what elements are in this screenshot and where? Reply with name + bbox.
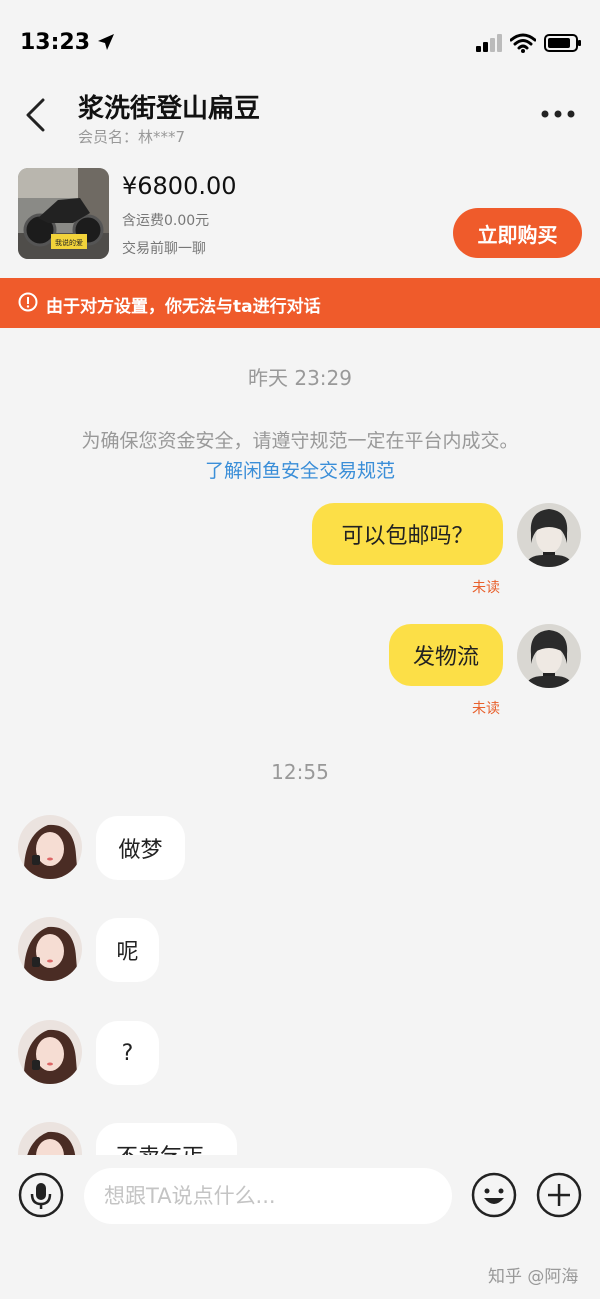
product-price: ¥6800.00: [122, 172, 237, 200]
emoji-icon[interactable]: [471, 1172, 517, 1218]
my-avatar[interactable]: [517, 503, 581, 567]
message-input[interactable]: [84, 1168, 452, 1224]
safety-notice: 为确保您资金安全，请遵守规范一定在平台内成交。: [81, 430, 519, 452]
more-dots-icon[interactable]: [540, 108, 576, 120]
location-arrow-icon: [98, 34, 114, 50]
read-status: 未读: [472, 701, 500, 717]
read-status: 未读: [472, 580, 500, 596]
warning-circle-icon: [18, 292, 38, 312]
my-message-bubble[interactable]: 发物流: [389, 624, 503, 686]
wifi-icon: [510, 33, 536, 53]
seller-avatar[interactable]: [18, 917, 82, 981]
signal-icon: [476, 34, 502, 52]
seller-avatar[interactable]: [18, 815, 82, 879]
their-message-bubble[interactable]: ?: [96, 1021, 159, 1085]
buy-now-button[interactable]: 立即购买: [453, 208, 582, 258]
chat-title: 浆洗街登山扁豆: [78, 94, 261, 124]
their-message-bubble[interactable]: 呢: [96, 918, 159, 982]
status-time: 13:23: [20, 30, 91, 55]
shipping-fee: 含运费0.00元: [122, 213, 210, 229]
timestamp: 昨天 23:29: [248, 366, 352, 390]
their-message-bubble[interactable]: 做梦: [96, 816, 185, 880]
plus-icon[interactable]: [536, 1172, 582, 1218]
timestamp: 12:55: [271, 760, 329, 784]
microphone-icon[interactable]: [18, 1172, 64, 1218]
watermark: 知乎 @阿海: [488, 1267, 579, 1287]
my-avatar[interactable]: [517, 624, 581, 688]
back-chevron-icon[interactable]: [24, 98, 48, 132]
banner-text: 由于对方设置，你无法与ta进行对话: [46, 297, 321, 317]
trade-note: 交易前聊一聊: [122, 241, 206, 257]
battery-icon: [544, 34, 581, 52]
member-name: 会员名：林***7: [78, 128, 186, 146]
seller-avatar[interactable]: [18, 1020, 82, 1084]
my-message-bubble[interactable]: 可以包邮吗？: [312, 503, 503, 565]
product-image[interactable]: 我说的爱: [18, 168, 109, 259]
safety-rules-link[interactable]: 了解闲鱼安全交易规范: [0, 456, 600, 483]
svg-text:我说的爱: 我说的爱: [55, 238, 83, 247]
